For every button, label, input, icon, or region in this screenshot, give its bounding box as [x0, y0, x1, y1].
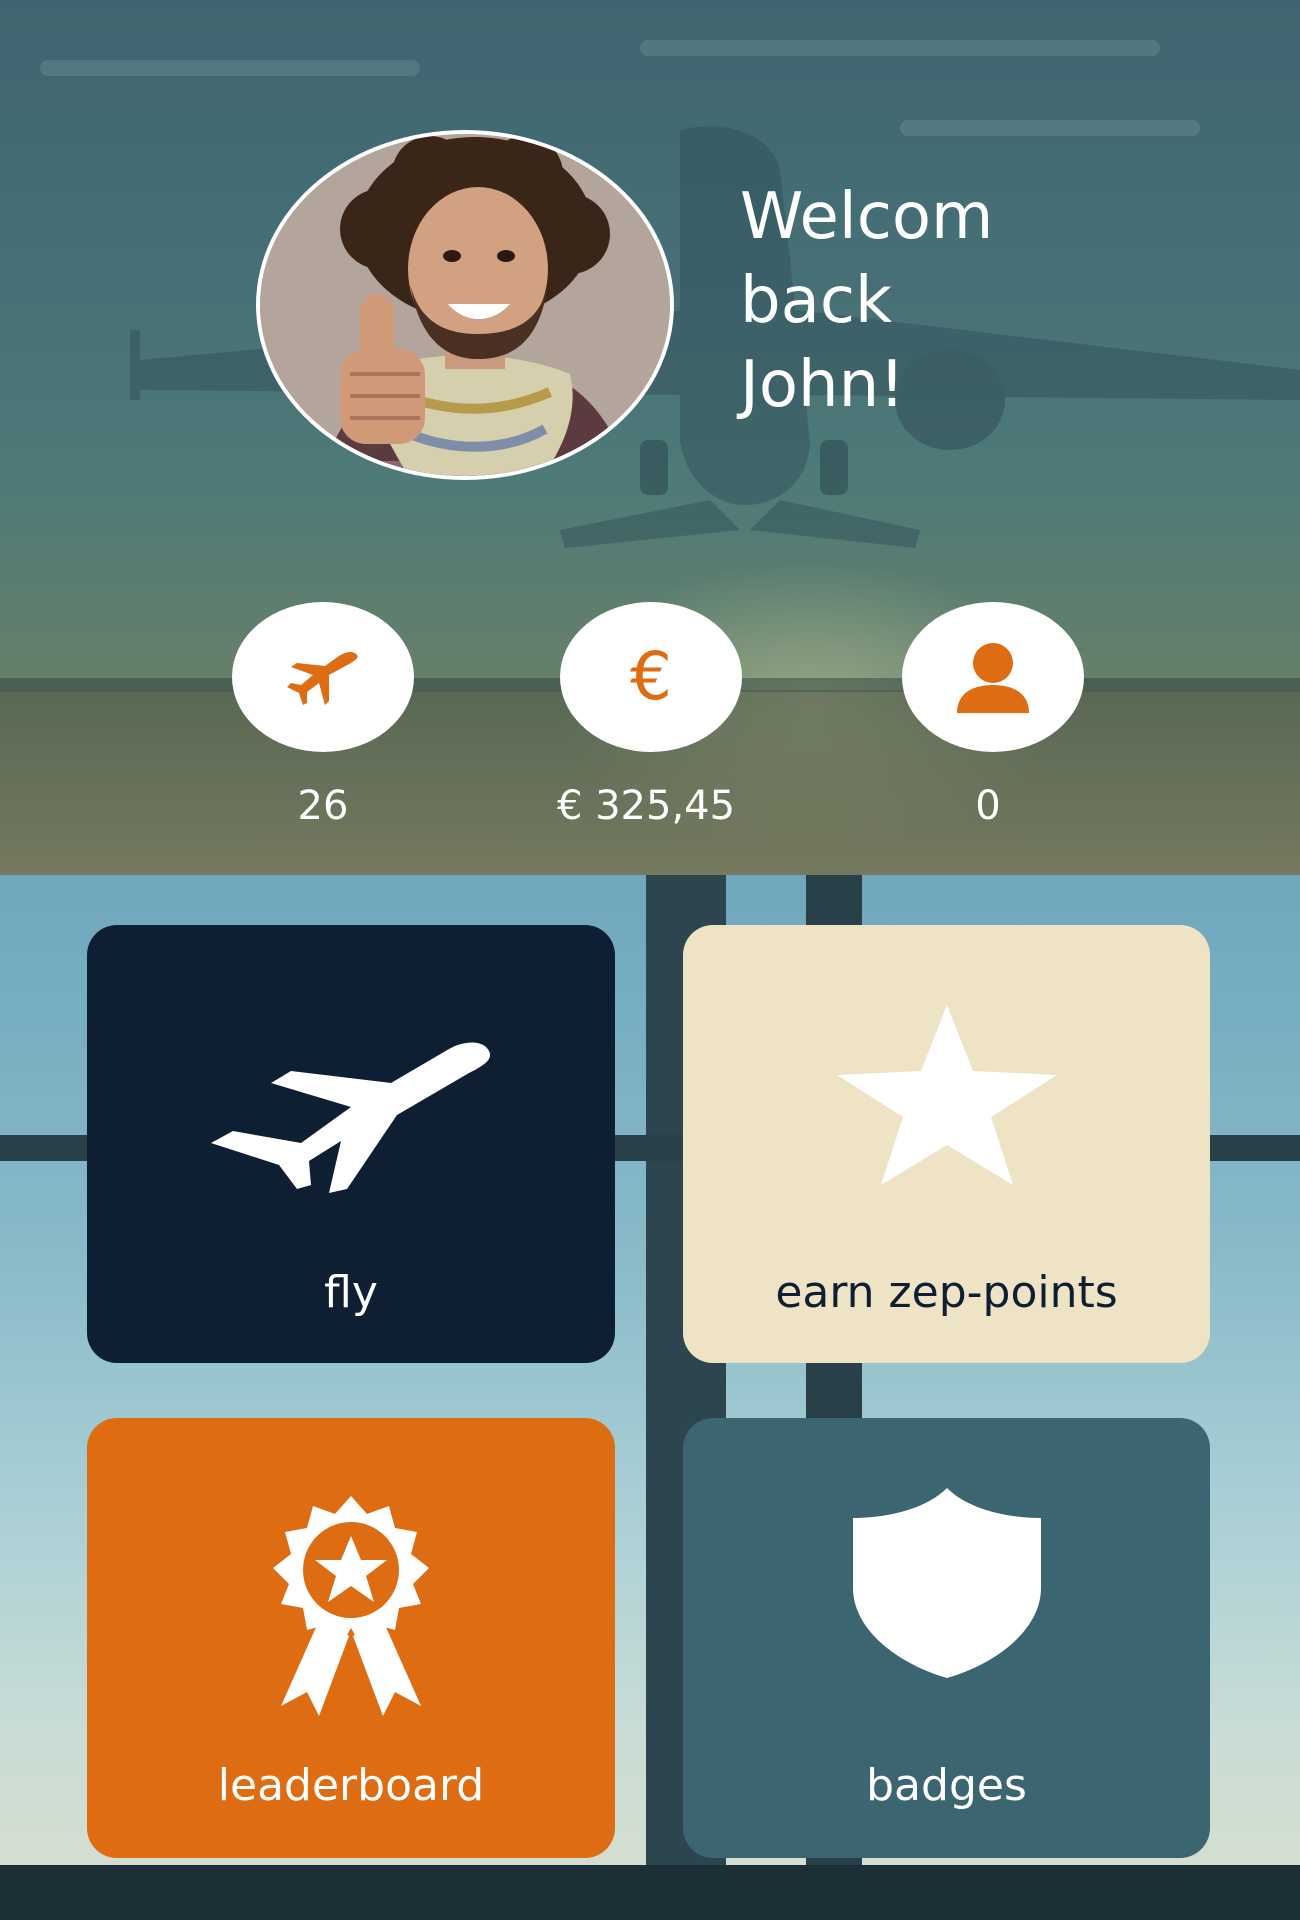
welcome-line: John! — [740, 348, 905, 422]
earn-zep-points-label: earn zep-points — [775, 1267, 1118, 1318]
person-icon — [957, 643, 1029, 713]
hero-header: Welcom back John! € 26 € 325,45 0 — [0, 0, 1300, 875]
earn-zep-points-tile[interactable]: earn zep-points — [683, 925, 1210, 1363]
balance-stat-button[interactable]: € — [560, 602, 742, 752]
leaderboard-tile[interactable]: leaderboard — [87, 1418, 615, 1858]
welcome-message: Welcom back John! — [740, 175, 1120, 427]
window-sill — [0, 1865, 1300, 1920]
star-icon — [836, 1005, 1057, 1185]
plane-icon — [287, 652, 358, 705]
home-screen: Welcom back John! € 26 € 325,45 0 fly ea… — [0, 0, 1300, 1920]
welcome-line: back — [740, 264, 893, 338]
plane-icon — [211, 1042, 491, 1193]
fly-label: fly — [324, 1267, 378, 1318]
leaderboard-label: leaderboard — [217, 1760, 485, 1811]
award-ribbon-icon — [273, 1496, 429, 1716]
shield-icon — [852, 1488, 1041, 1678]
badges-tile[interactable]: badges — [683, 1418, 1210, 1858]
balance-amount: € 325,45 — [556, 783, 736, 829]
badges-label: badges — [866, 1760, 1027, 1811]
welcome-line: Welcom — [740, 180, 994, 254]
flights-stat-button[interactable] — [232, 602, 414, 752]
user-avatar[interactable] — [256, 130, 674, 480]
euro-icon: € — [630, 638, 672, 715]
points-count: 0 — [975, 783, 1001, 829]
cloud-streak — [640, 40, 1160, 56]
user-photo — [260, 134, 670, 476]
profile-stat-button[interactable] — [902, 602, 1084, 752]
flights-count: 26 — [297, 783, 349, 829]
cloud-streak — [40, 60, 420, 76]
fly-tile[interactable]: fly — [87, 925, 615, 1363]
